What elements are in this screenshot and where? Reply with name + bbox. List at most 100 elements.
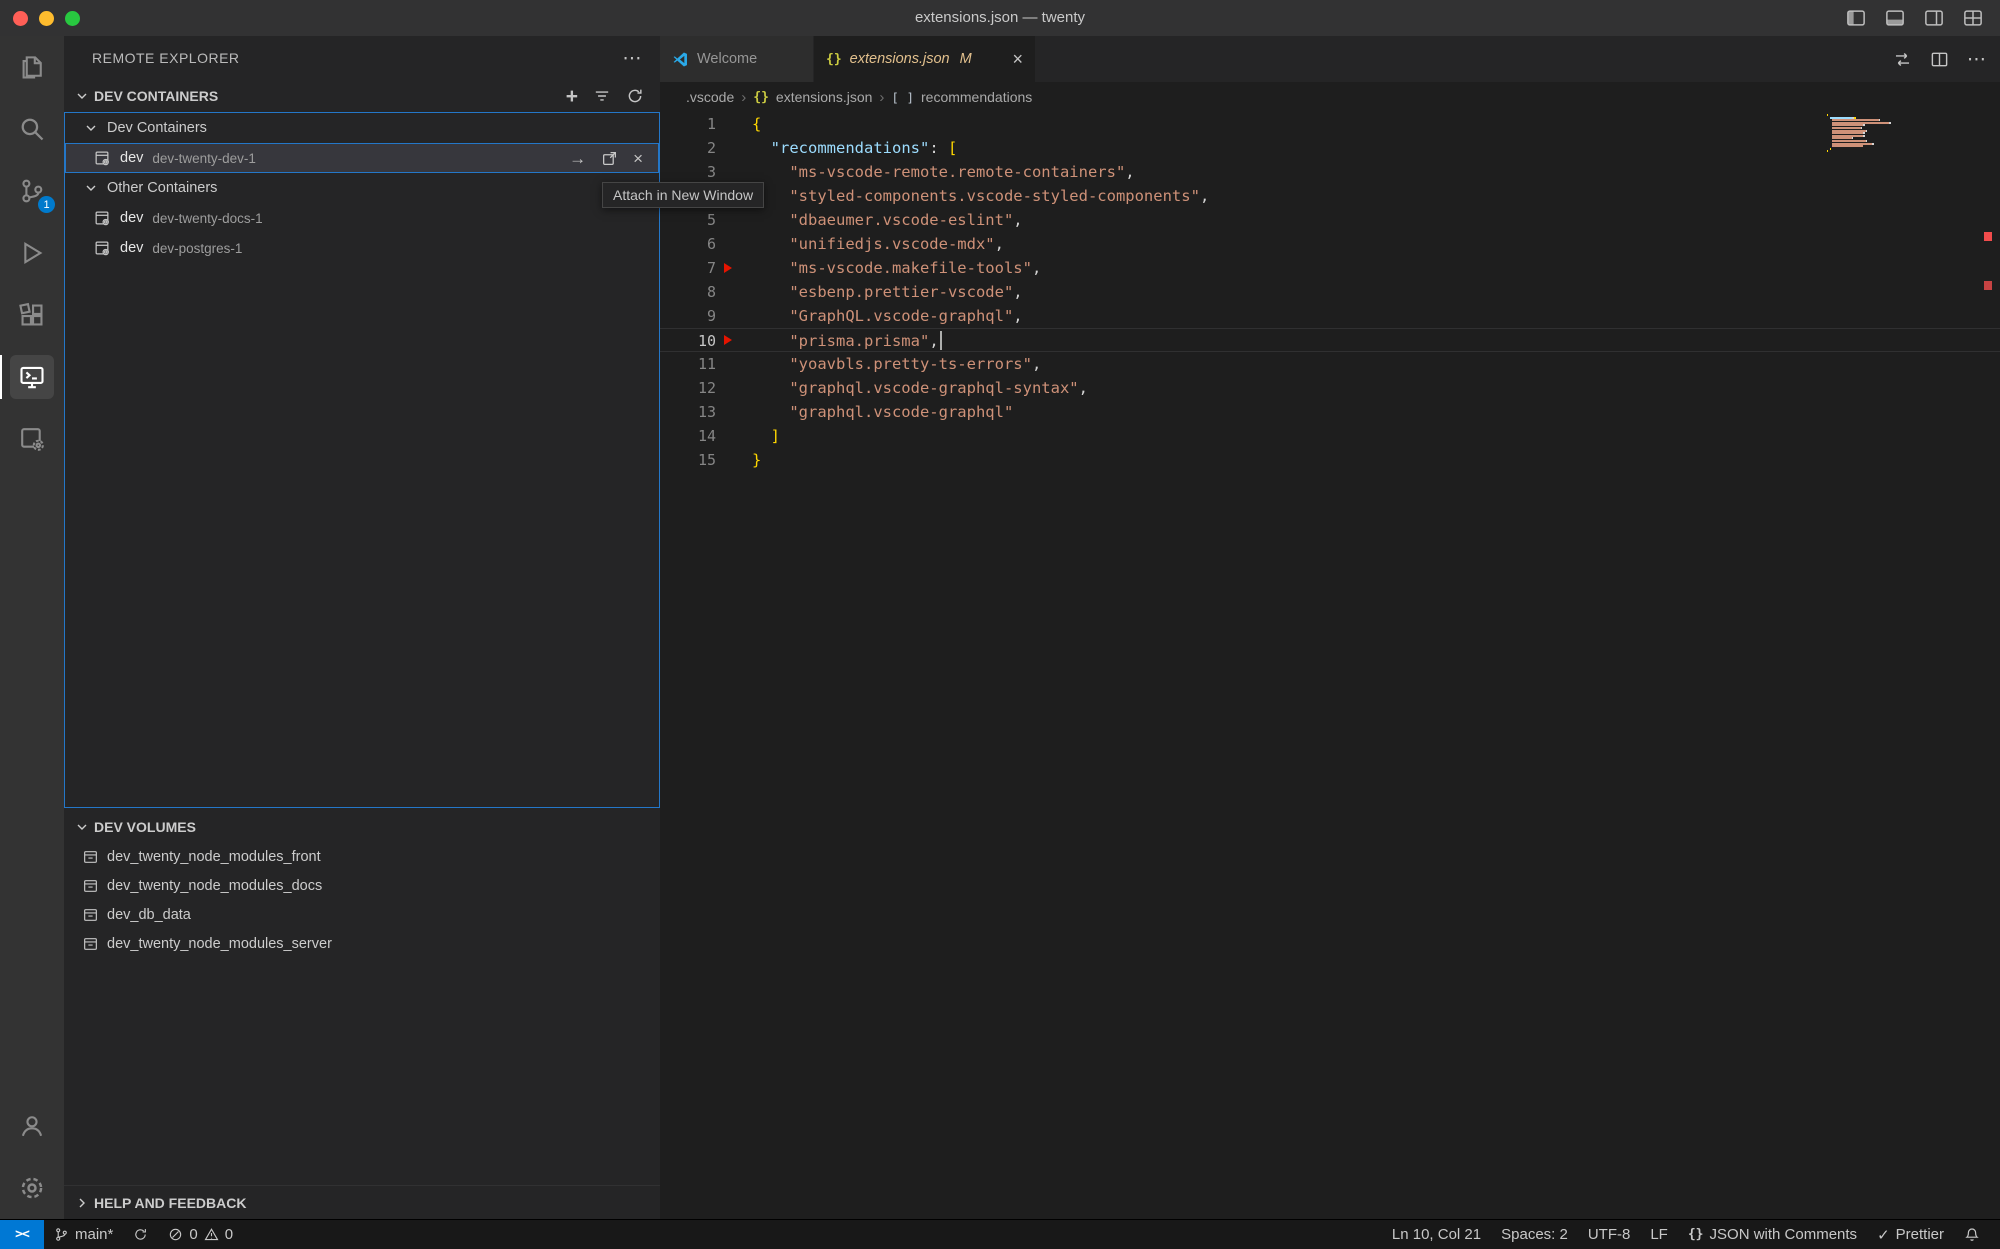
- container-item-dev-twenty-docs-1[interactable]: dev dev-twenty-docs-1: [65, 203, 659, 233]
- activity-bar-item-search[interactable]: [0, 98, 64, 160]
- activity-bar-item-run-debug[interactable]: [0, 222, 64, 284]
- more-actions-icon[interactable]: ⋯: [1967, 50, 1986, 69]
- add-container-icon[interactable]: +: [566, 86, 578, 107]
- breadcrumb-folder[interactable]: .vscode: [686, 89, 734, 105]
- indentation-status[interactable]: Spaces: 2: [1491, 1220, 1578, 1249]
- open-changes-icon[interactable]: [1893, 50, 1912, 69]
- minimize-window-button[interactable]: [39, 11, 54, 26]
- code-line-text: "dbaeumer.vscode-eslint",: [752, 208, 1023, 232]
- customize-layout-icon[interactable]: [1962, 8, 1984, 28]
- split-editor-icon[interactable]: [1930, 50, 1949, 69]
- overview-ruler-mark: [1984, 281, 1992, 290]
- minimap[interactable]: [1827, 114, 1985, 153]
- section-header-help-and-feedback[interactable]: HELP AND FEEDBACK: [64, 1185, 660, 1219]
- sync-button[interactable]: [123, 1220, 158, 1249]
- activity-bar-item-dev-containers[interactable]: [0, 408, 64, 470]
- activity-bar-item-source-control[interactable]: 1: [0, 160, 64, 222]
- volume-icon: [82, 906, 99, 923]
- line-number[interactable]: 14: [660, 424, 716, 448]
- line-number[interactable]: 8: [660, 280, 716, 304]
- line-number[interactable]: 15: [660, 448, 716, 472]
- code-line-15[interactable]: 15}: [660, 448, 2000, 472]
- tree-group-other-containers[interactable]: Other Containers: [65, 173, 659, 203]
- volume-item[interactable]: dev_twenty_node_modules_server: [64, 929, 660, 958]
- toggle-secondary-sidebar-icon[interactable]: [1923, 8, 1945, 28]
- toggle-panel-icon[interactable]: [1884, 8, 1906, 28]
- editor-group: Welcome {} extensions.json M × ⋯: [660, 36, 2000, 1219]
- stop-container-icon[interactable]: ×: [633, 150, 643, 167]
- code-line-8[interactable]: 8 "esbenp.prettier-vscode",: [660, 280, 2000, 304]
- formatter-status[interactable]: ✓ Prettier: [1867, 1220, 1954, 1249]
- tab-welcome[interactable]: Welcome: [660, 36, 814, 82]
- activity-bar-item-settings[interactable]: [0, 1157, 64, 1219]
- line-number[interactable]: 13: [660, 400, 716, 424]
- code-line-10[interactable]: 10 "prisma.prisma",: [660, 328, 2000, 352]
- code-line-2[interactable]: 2 "recommendations": [: [660, 136, 2000, 160]
- language-mode-status[interactable]: {} JSON with Comments: [1678, 1220, 1867, 1249]
- extensions-icon: [10, 293, 54, 337]
- tree-group-dev-containers[interactable]: Dev Containers: [65, 113, 659, 143]
- gutter-glyph-margin: [716, 160, 752, 184]
- volume-item[interactable]: dev_twenty_node_modules_docs: [64, 871, 660, 900]
- line-number[interactable]: 11: [660, 352, 716, 376]
- overview-ruler-mark: [1984, 232, 1992, 241]
- cursor-position-status[interactable]: Ln 10, Col 21: [1382, 1220, 1491, 1249]
- code-line-text: "prisma.prisma",: [752, 329, 942, 351]
- code-line-7[interactable]: 7 "ms-vscode.makefile-tools",: [660, 256, 2000, 280]
- encoding-status[interactable]: UTF-8: [1578, 1220, 1641, 1249]
- code-editor[interactable]: 1{2 "recommendations": [3 "ms-vscode-rem…: [660, 112, 2000, 1219]
- activity-bar-item-explorer[interactable]: [0, 36, 64, 98]
- volume-item[interactable]: dev_twenty_node_modules_front: [64, 842, 660, 871]
- attach-in-new-window-icon[interactable]: [601, 150, 618, 167]
- code-line-11[interactable]: 11 "yoavbls.pretty-ts-errors",: [660, 352, 2000, 376]
- code-line-13[interactable]: 13 "graphql.vscode-graphql": [660, 400, 2000, 424]
- notifications-button[interactable]: [1954, 1220, 1990, 1249]
- close-tab-icon[interactable]: ×: [1012, 50, 1023, 68]
- filter-icon[interactable]: [593, 87, 611, 105]
- toggle-primary-sidebar-icon[interactable]: [1845, 8, 1867, 28]
- section-header-dev-containers[interactable]: DEV CONTAINERS +: [64, 80, 660, 112]
- more-actions-icon[interactable]: ⋯: [623, 49, 643, 68]
- code-line-3[interactable]: 3 "ms-vscode-remote.remote-containers",: [660, 160, 2000, 184]
- container-item-dev-postgres-1[interactable]: dev dev-postgres-1: [65, 233, 659, 263]
- problems-status[interactable]: 0 0: [158, 1220, 243, 1249]
- line-number[interactable]: 9: [660, 304, 716, 328]
- close-window-button[interactable]: [13, 11, 28, 26]
- fullscreen-window-button[interactable]: [65, 11, 80, 26]
- line-number[interactable]: 6: [660, 232, 716, 256]
- breadcrumb-file[interactable]: extensions.json: [776, 89, 873, 105]
- remote-indicator[interactable]: ><: [0, 1220, 44, 1249]
- line-number[interactable]: 10: [660, 329, 716, 351]
- eol-status[interactable]: LF: [1640, 1220, 1678, 1249]
- code-line-1[interactable]: 1{: [660, 112, 2000, 136]
- code-lines: 1{2 "recommendations": [3 "ms-vscode-rem…: [660, 112, 2000, 472]
- tab-extensions-json[interactable]: {} extensions.json M ×: [814, 36, 1036, 82]
- refresh-icon[interactable]: [626, 87, 644, 105]
- line-number[interactable]: 7: [660, 256, 716, 280]
- branch-status[interactable]: main*: [44, 1220, 123, 1249]
- tab-bar: Welcome {} extensions.json M × ⋯: [660, 36, 2000, 82]
- line-number[interactable]: 3: [660, 160, 716, 184]
- array-symbol-icon: [ ]: [891, 90, 914, 105]
- activity-bar-item-accounts[interactable]: [0, 1095, 64, 1157]
- code-line-14[interactable]: 14 ]: [660, 424, 2000, 448]
- breadcrumb-symbol[interactable]: recommendations: [921, 89, 1032, 105]
- activity-bar-item-extensions[interactable]: [0, 284, 64, 346]
- attach-container-icon[interactable]: →: [569, 150, 586, 167]
- line-number[interactable]: 2: [660, 136, 716, 160]
- line-number[interactable]: 5: [660, 208, 716, 232]
- gutter-glyph-margin: [716, 232, 752, 256]
- line-number[interactable]: 1: [660, 112, 716, 136]
- section-header-dev-volumes[interactable]: DEV VOLUMES: [64, 812, 660, 842]
- line-number[interactable]: 12: [660, 376, 716, 400]
- code-line-9[interactable]: 9 "GraphQL.vscode-graphql",: [660, 304, 2000, 328]
- code-line-4[interactable]: 4 "styled-components.vscode-styled-compo…: [660, 184, 2000, 208]
- code-line-6[interactable]: 6 "unifiedjs.vscode-mdx",: [660, 232, 2000, 256]
- container-item-dev-twenty-dev-1[interactable]: dev dev-twenty-dev-1 → ×: [65, 143, 659, 173]
- sidebar-remote-explorer: REMOTE EXPLORER ⋯ DEV CONTAINERS +: [64, 36, 660, 1219]
- code-line-5[interactable]: 5 "dbaeumer.vscode-eslint",: [660, 208, 2000, 232]
- red-marker-icon: [724, 263, 732, 273]
- volume-item[interactable]: dev_db_data: [64, 900, 660, 929]
- code-line-12[interactable]: 12 "graphql.vscode-graphql-syntax",: [660, 376, 2000, 400]
- activity-bar-item-remote-explorer[interactable]: [0, 346, 64, 408]
